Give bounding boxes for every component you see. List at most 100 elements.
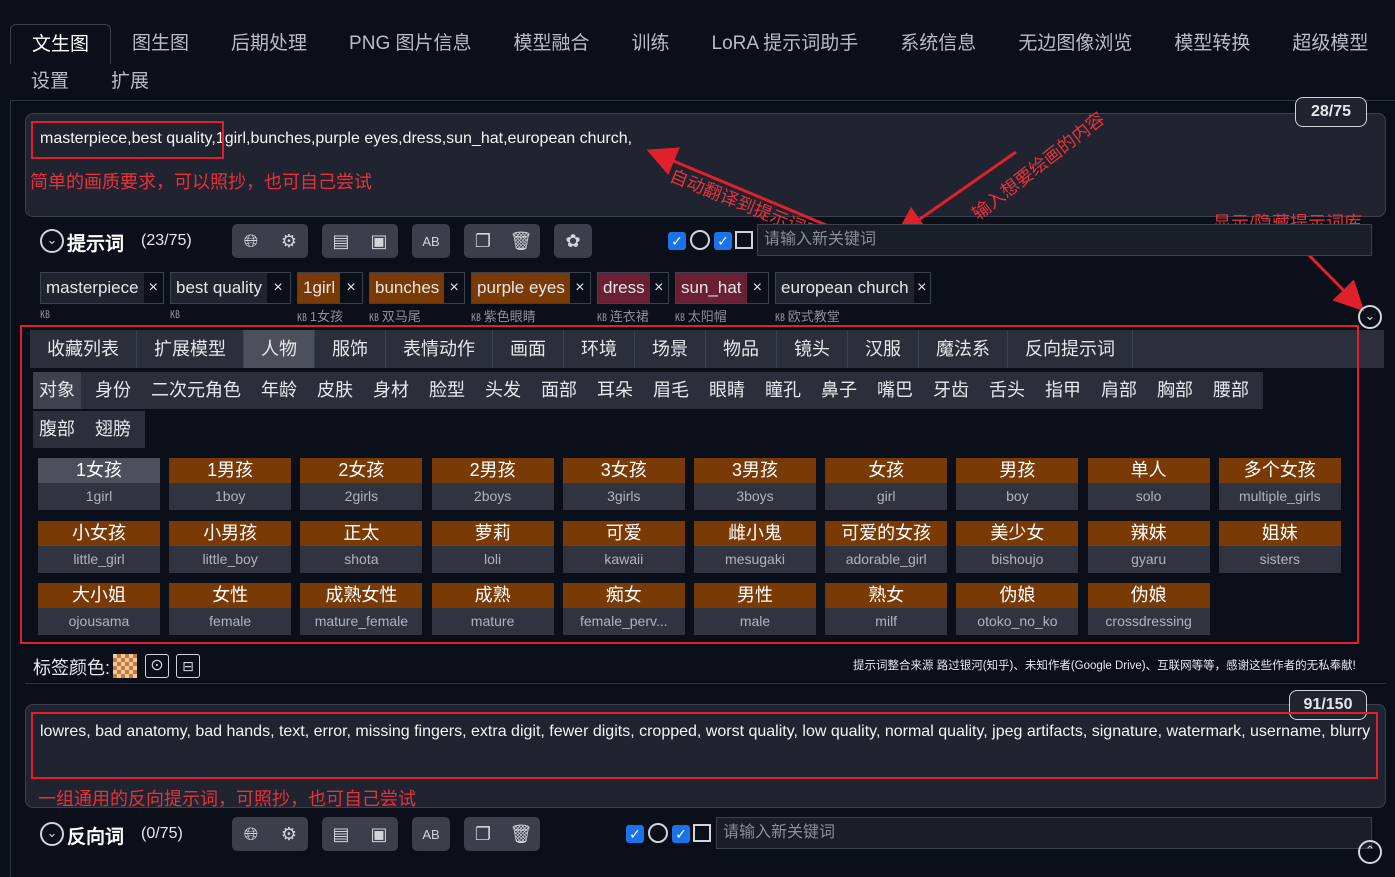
- tag-card[interactable]: 2女孩 2girls: [300, 458, 423, 510]
- category-tab[interactable]: 汉服: [848, 330, 919, 368]
- tag-card[interactable]: 可爱 kawaii: [562, 520, 685, 573]
- bookmark-icon[interactable]: ▣: [367, 822, 391, 846]
- prompt-tag[interactable]: purple eyes ×: [471, 272, 591, 304]
- keyword-input[interactable]: 请输入新关键词: [757, 224, 1372, 256]
- tag-card[interactable]: 女孩 girl: [825, 458, 948, 510]
- tag-card[interactable]: 雌小鬼 mesugaki: [694, 520, 816, 573]
- category-tab[interactable]: 画面: [493, 330, 564, 368]
- subcategory-tab[interactable]: 翅膀: [89, 411, 137, 448]
- auto-translate-checkbox[interactable]: ✓: [668, 232, 686, 250]
- remove-tag-icon[interactable]: ×: [570, 279, 590, 297]
- subcategory-tab[interactable]: 肩部: [1095, 372, 1143, 409]
- tag-card[interactable]: 成熟女性 mature_female: [300, 583, 423, 635]
- subcategory-tab[interactable]: 牙齿: [927, 372, 975, 409]
- globe-icon[interactable]: 🌐︎: [239, 229, 263, 253]
- spellcheck-icon[interactable]: AB: [419, 229, 443, 253]
- refresh-icon[interactable]: ⊙: [145, 654, 169, 678]
- remove-tag-icon[interactable]: ×: [144, 279, 163, 297]
- color-swatch-icon[interactable]: [113, 654, 137, 678]
- tag-card[interactable]: 熟女 milf: [825, 583, 948, 635]
- tag-card[interactable]: 萝莉 loli: [431, 520, 554, 573]
- tag-card[interactable]: 多个女孩 multiple_girls: [1218, 458, 1341, 510]
- negative-tag-list-checkbox[interactable]: ✓: [672, 825, 690, 843]
- subcategory-tab[interactable]: 二次元角色: [145, 372, 247, 409]
- tag-card[interactable]: 伪娘 otoko_no_ko: [956, 583, 1079, 635]
- remove-tag-icon[interactable]: ×: [747, 279, 769, 297]
- subcategory-tab[interactable]: 皮肤: [311, 372, 359, 409]
- remove-tag-icon[interactable]: ×: [340, 279, 362, 297]
- history-icon[interactable]: ▤: [329, 229, 353, 253]
- remove-tag-icon[interactable]: ×: [267, 279, 289, 297]
- subcategory-tab[interactable]: 年龄: [255, 372, 303, 409]
- subcategory-tab[interactable]: 嘴巴: [871, 372, 919, 409]
- negative-collapse-icon[interactable]: ⌄: [40, 822, 64, 846]
- subcategory-tab[interactable]: 身份: [89, 372, 137, 409]
- tag-card[interactable]: 美少女 bishoujo: [956, 520, 1079, 573]
- subcategory-tab[interactable]: 指甲: [1039, 372, 1087, 409]
- tag-card[interactable]: 1男孩 1boy: [169, 458, 292, 510]
- trash-icon[interactable]: 🗑︎: [509, 229, 533, 253]
- copy-icon[interactable]: ❐: [471, 822, 495, 846]
- gear-icon[interactable]: ⚙: [277, 229, 301, 253]
- bookmark-icon[interactable]: ▣: [367, 229, 391, 253]
- prompt-tag[interactable]: 1girl ×: [297, 272, 363, 304]
- prompt-tag[interactable]: bunches ×: [369, 272, 465, 304]
- prompt-tag[interactable]: european church ×: [775, 272, 931, 304]
- tag-card[interactable]: 伪娘 crossdressing: [1087, 583, 1210, 635]
- globe-icon[interactable]: 🌐︎: [239, 822, 263, 846]
- gear-icon[interactable]: ⚙: [277, 822, 301, 846]
- subcategory-tab[interactable]: 耳朵: [591, 372, 639, 409]
- tag-card[interactable]: 大小姐 ojousama: [38, 583, 160, 635]
- prompt-tag[interactable]: best quality ×: [170, 272, 291, 304]
- tag-card[interactable]: 可爱的女孩 adorable_girl: [825, 520, 948, 573]
- subcategory-tab[interactable]: 眼睛: [703, 372, 751, 409]
- category-tab[interactable]: 扩展模型: [137, 330, 244, 368]
- subcategory-tab[interactable]: 瞳孔: [759, 372, 807, 409]
- subcategory-tab[interactable]: 舌头: [983, 372, 1031, 409]
- prompt-tag[interactable]: dress ×: [597, 272, 669, 304]
- subcategory-tab[interactable]: 面部: [535, 372, 583, 409]
- copy-icon[interactable]: ❐: [471, 229, 495, 253]
- tag-card[interactable]: 姐妹 sisters: [1218, 520, 1341, 573]
- category-tab[interactable]: 收藏列表: [30, 330, 137, 368]
- trash-icon[interactable]: 🗑︎: [509, 822, 533, 846]
- spellcheck-icon[interactable]: AB: [419, 822, 443, 846]
- subcategory-tab[interactable]: 胸部: [1151, 372, 1199, 409]
- collapse-icon[interactable]: ⌄: [40, 229, 64, 253]
- subcategory-tab[interactable]: 鼻子: [815, 372, 863, 409]
- category-tab[interactable]: 反向提示词: [1008, 330, 1133, 368]
- tag-card[interactable]: 3女孩 3girls: [562, 458, 685, 510]
- subcategory-tab[interactable]: 身材: [367, 372, 415, 409]
- category-tab[interactable]: 服饰: [315, 330, 386, 368]
- category-tab[interactable]: 物品: [706, 330, 777, 368]
- tag-card[interactable]: 小男孩 little_boy: [169, 520, 292, 573]
- subcategory-tab[interactable]: 眉毛: [647, 372, 695, 409]
- tag-card[interactable]: 辣妹 gyaru: [1087, 520, 1210, 573]
- remove-tag-icon[interactable]: ×: [914, 279, 930, 297]
- subcategory-tab[interactable]: 头发: [479, 372, 527, 409]
- subcategory-tab[interactable]: 腹部: [33, 411, 81, 448]
- category-tab[interactable]: 镜头: [777, 330, 848, 368]
- negative-prompt-text[interactable]: lowres, bad anatomy, bad hands, text, er…: [40, 720, 1376, 744]
- tag-card[interactable]: 小女孩 little_girl: [38, 520, 160, 573]
- toggle-tag-library-icon[interactable]: ⌄: [1358, 305, 1382, 329]
- remove-tag-icon[interactable]: ×: [650, 279, 668, 297]
- category-tab[interactable]: 环境: [564, 330, 635, 368]
- openai-icon[interactable]: ✿: [561, 229, 585, 253]
- subcategory-tab[interactable]: 脸型: [423, 372, 471, 409]
- bucket-icon[interactable]: ⊟: [176, 654, 200, 678]
- expand-icon[interactable]: ⌃: [1358, 840, 1382, 864]
- tag-card[interactable]: 男性 male: [694, 583, 816, 635]
- negative-keyword-input[interactable]: 请输入新关键词: [716, 817, 1372, 849]
- category-tab[interactable]: 魔法系: [919, 330, 1008, 368]
- prompt-tag[interactable]: sun_hat ×: [675, 272, 769, 304]
- tag-card[interactable]: 男孩 boy: [956, 458, 1079, 510]
- prompt-tag[interactable]: masterpiece ×: [40, 272, 164, 304]
- subcategory-tab[interactable]: 对象: [33, 372, 81, 409]
- tag-card[interactable]: 1女孩 1girl: [38, 458, 160, 510]
- subcategory-tab[interactable]: 腰部: [1207, 372, 1255, 409]
- category-tab[interactable]: 场景: [635, 330, 706, 368]
- tag-card[interactable]: 女性 female: [169, 583, 292, 635]
- negative-auto-translate-checkbox[interactable]: ✓: [626, 825, 644, 843]
- tag-card[interactable]: 成熟 mature: [431, 583, 554, 635]
